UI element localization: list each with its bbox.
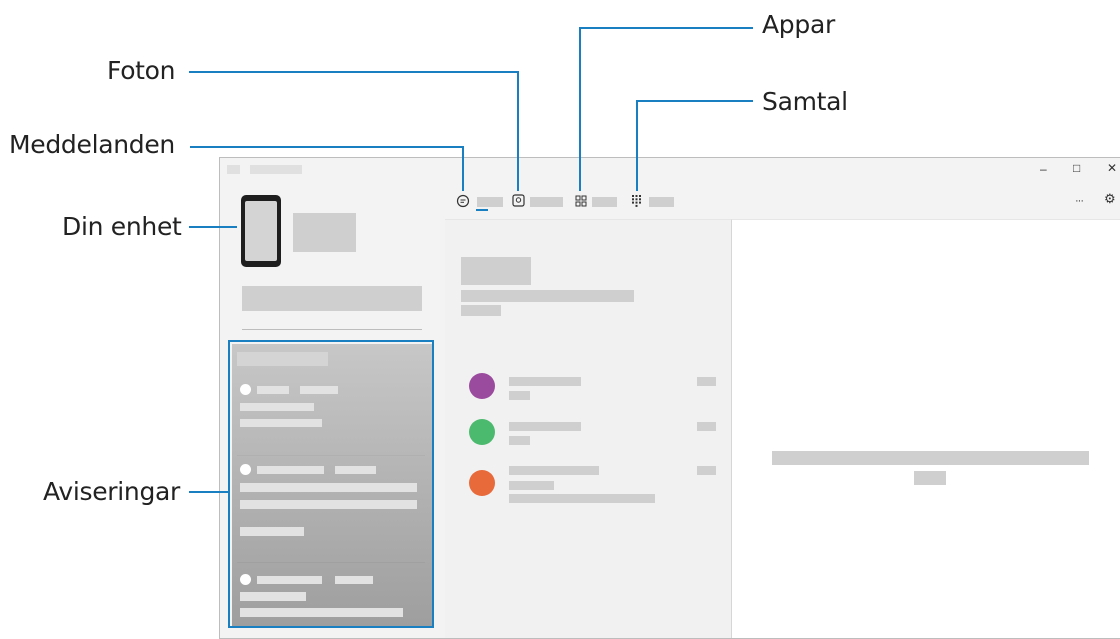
sidebar-divider — [242, 329, 422, 330]
app-title-placeholder — [250, 165, 302, 174]
phone-screen — [245, 201, 277, 261]
conversation-name-placeholder[interactable] — [509, 377, 581, 386]
empty-state-text-placeholder — [914, 471, 946, 485]
conversation-time-placeholder — [697, 422, 716, 431]
notification-text-placeholder — [240, 419, 322, 427]
callout-aviseringar-label: Aviseringar — [43, 477, 181, 506]
notification-text-placeholder — [240, 500, 417, 509]
callout-samtal-line — [636, 100, 753, 102]
messages-subheader-placeholder — [461, 305, 501, 316]
notification-title-placeholder — [257, 466, 324, 474]
notification-divider — [237, 562, 425, 563]
conversation-name-placeholder[interactable] — [509, 422, 581, 431]
apps-icon[interactable] — [575, 195, 587, 207]
notifications-header-placeholder — [237, 352, 328, 366]
more-options-icon[interactable]: ··· — [1075, 195, 1084, 207]
notification-title-placeholder — [257, 386, 289, 394]
callout-meddelanden-line — [190, 146, 464, 148]
callout-appar-line — [579, 27, 753, 29]
close-icon[interactable]: ✕ — [1107, 162, 1117, 174]
callout-din-enhet-label: Din enhet — [62, 212, 182, 241]
callout-foton-label: Foton — [107, 56, 176, 85]
message-icon[interactable] — [456, 194, 470, 208]
callout-din-enhet-line — [189, 226, 237, 228]
conversation-preview-placeholder — [509, 436, 530, 445]
callout-samtal-label: Samtal — [762, 87, 848, 116]
device-status-placeholder — [242, 286, 422, 311]
notification-app-icon — [240, 574, 251, 585]
callout-meddelanden-line — [462, 146, 464, 191]
tab-apps-label-placeholder[interactable] — [592, 197, 617, 207]
callout-appar-line — [579, 27, 581, 191]
notification-text-placeholder — [240, 608, 403, 617]
notification-text-placeholder — [240, 527, 304, 536]
contact-avatar[interactable] — [469, 419, 495, 445]
device-name-placeholder — [293, 213, 356, 252]
callout-aviseringar-line — [189, 491, 229, 493]
conversation-preview-placeholder — [509, 494, 655, 503]
callout-foton-line — [517, 71, 519, 191]
notification-title-placeholder — [257, 576, 322, 584]
maximize-icon[interactable]: □ — [1073, 162, 1080, 174]
notification-text-placeholder — [240, 592, 306, 601]
notification-time-placeholder — [335, 466, 376, 474]
contact-avatar[interactable] — [469, 470, 495, 496]
notification-time-placeholder — [300, 386, 338, 394]
conversation-time-placeholder — [697, 466, 716, 475]
notification-app-icon — [240, 464, 251, 475]
dialpad-icon[interactable] — [632, 195, 641, 207]
callout-foton-line — [189, 71, 519, 73]
messages-header-placeholder — [461, 257, 531, 285]
photo-icon[interactable] — [512, 194, 525, 207]
tab-messages-label-placeholder[interactable] — [477, 197, 503, 207]
messages-subheader-placeholder — [461, 290, 634, 302]
contact-avatar[interactable] — [469, 373, 495, 399]
tab-photos-label-placeholder[interactable] — [530, 197, 563, 207]
minimize-icon[interactable]: – — [1040, 163, 1047, 175]
app-logo-placeholder — [227, 165, 240, 174]
settings-icon[interactable]: ⚙ — [1104, 192, 1116, 205]
callout-meddelanden-label: Meddelanden — [9, 130, 175, 159]
conversation-preview-placeholder — [509, 391, 530, 400]
conversation-preview-placeholder — [509, 481, 554, 490]
callout-samtal-line — [636, 100, 638, 191]
conversation-detail-pane — [732, 219, 1120, 638]
notification-app-icon — [240, 384, 251, 395]
callout-appar-label: Appar — [762, 10, 835, 39]
conversation-time-placeholder — [697, 377, 716, 386]
notification-time-placeholder — [335, 576, 373, 584]
empty-state-text-placeholder — [772, 451, 1089, 465]
notification-text-placeholder — [240, 403, 314, 411]
notification-divider — [237, 455, 425, 456]
conversation-name-placeholder[interactable] — [509, 466, 599, 475]
tab-active-indicator — [476, 209, 488, 211]
notification-text-placeholder — [240, 483, 417, 492]
tab-calls-label-placeholder[interactable] — [649, 197, 674, 207]
